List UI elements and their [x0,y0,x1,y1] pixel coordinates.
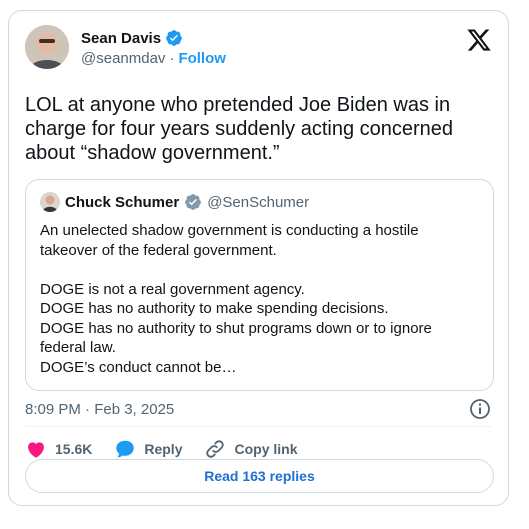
quoted-author-name: Chuck Schumer [65,193,180,211]
author-name-row: Sean Davis [81,29,183,47]
read-replies-button[interactable]: Read 163 replies [25,459,494,493]
author-name[interactable]: Sean Davis [81,30,161,47]
info-icon[interactable] [468,397,492,421]
tweet-timestamp[interactable]: 8:09 PM · Feb 3, 2025 [25,401,174,418]
author-avatar[interactable] [25,25,69,69]
divider [25,426,492,427]
like-button[interactable]: 15.6K [25,438,92,460]
x-logo-icon[interactable] [466,27,492,53]
quoted-author-avatar [40,192,60,212]
separator-dot: · [169,50,175,67]
like-count: 15.6K [55,441,93,457]
author-handle[interactable]: @seanmdav [81,50,165,67]
heart-icon [28,442,44,458]
tweet-text: LOL at anyone who pretended Joe Biden wa… [25,94,454,164]
link-icon [206,440,225,458]
author-handle-row: @seanmdav · Follow [81,50,226,67]
quoted-tweet-header: Chuck Schumer @SenSchumer [40,192,309,212]
quoted-tweet-text: An unelected shadow government is conduc… [40,222,432,376]
reply-bubble-icon [116,440,135,458]
quoted-tweet[interactable]: Chuck Schumer @SenSchumer An unelected s… [25,179,494,391]
verified-badge-icon [166,30,182,46]
follow-button[interactable]: Follow [178,50,226,67]
quoted-author-handle: @SenSchumer [207,193,310,211]
reply-label: Reply [144,441,183,457]
reply-button[interactable]: Reply [114,438,182,460]
tweet-header: Sean Davis @seanmdav · Follow [25,25,492,73]
tweet-card: Sean Davis @seanmdav · Follow LOL at any… [8,10,509,506]
copy-link-button[interactable]: Copy link [204,438,298,460]
quoted-verified-badge-icon [185,194,202,210]
copy-link-label: Copy link [234,441,298,457]
